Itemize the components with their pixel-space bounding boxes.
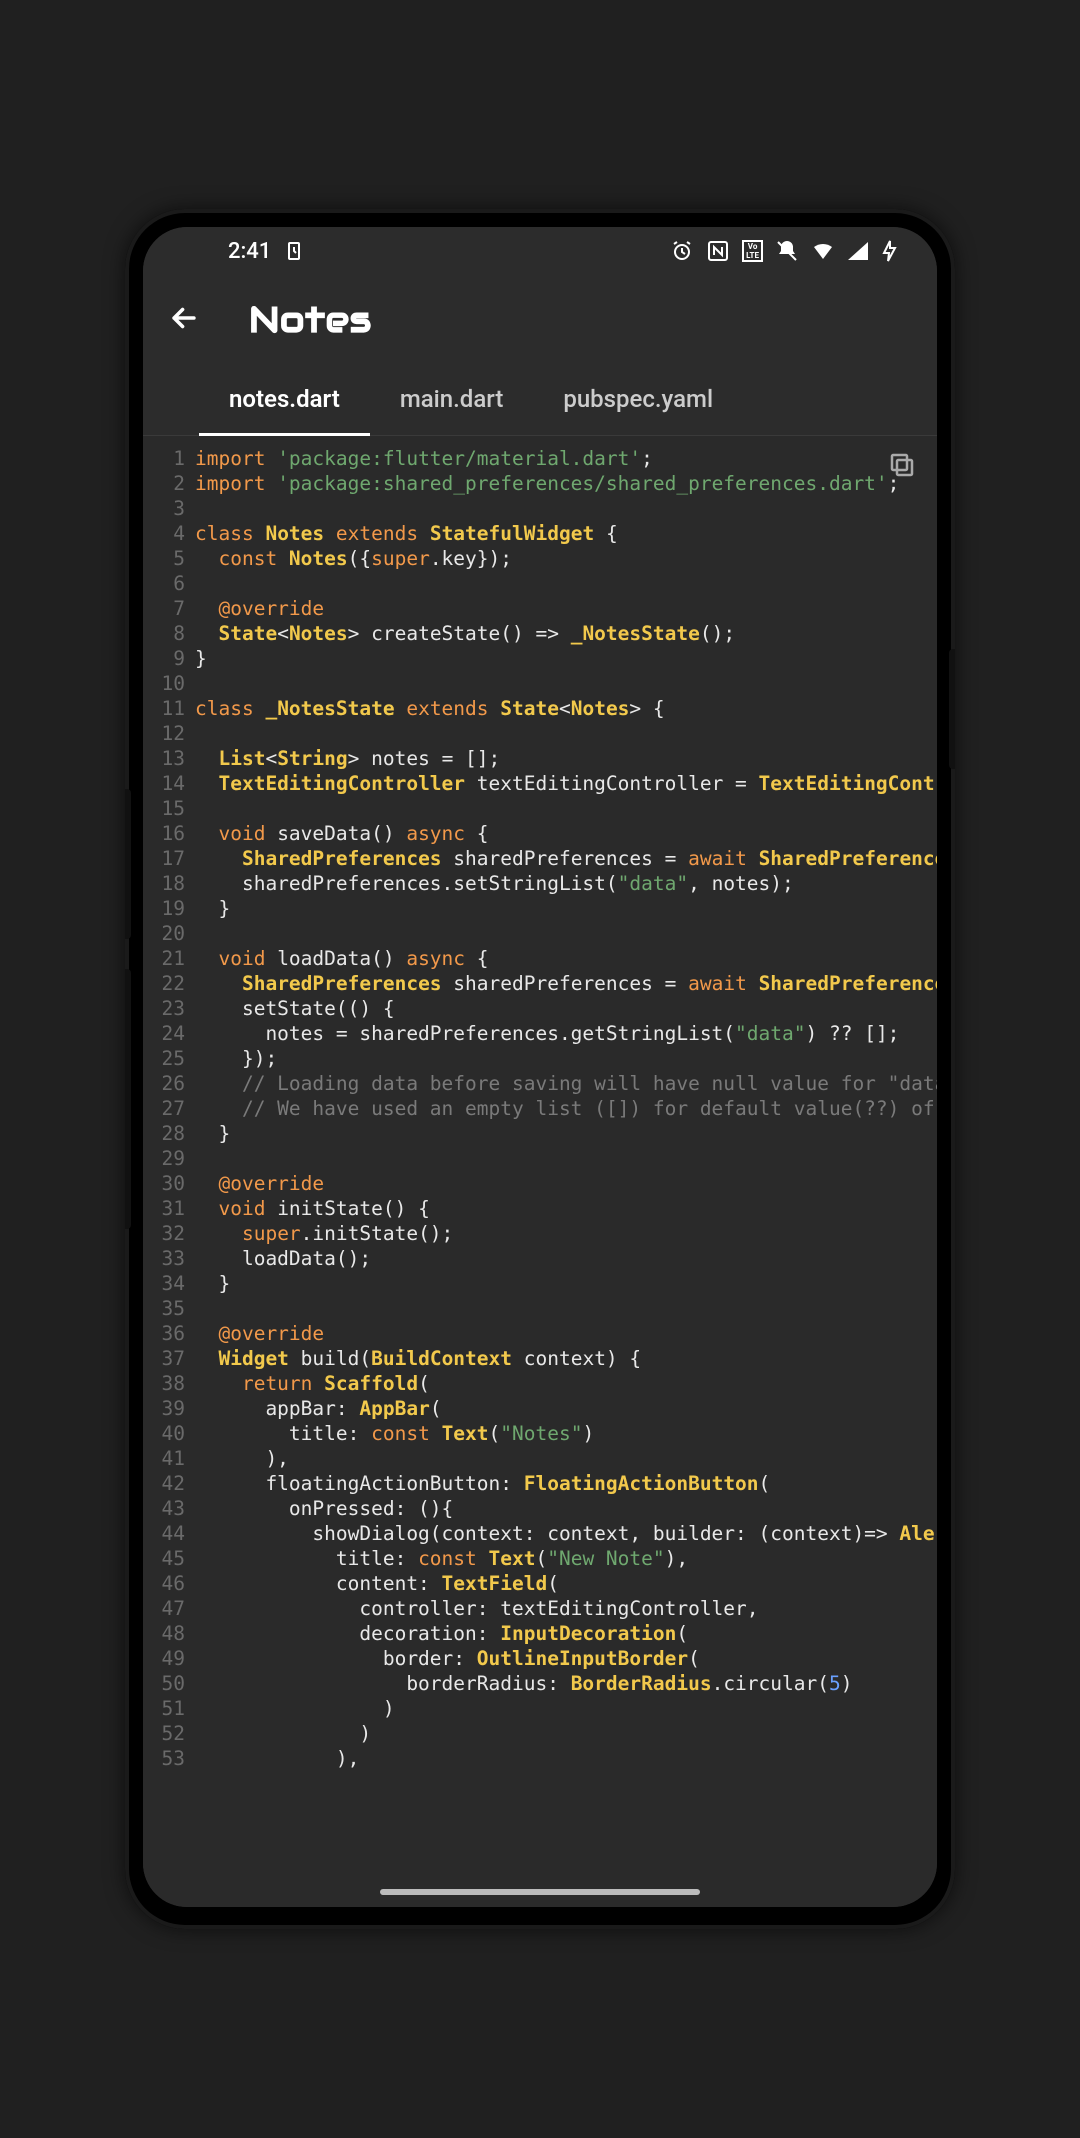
status-bar: 2:41 VoLTE	[143, 227, 937, 275]
tab-label: notes.dart	[229, 385, 340, 413]
back-button[interactable]	[167, 301, 201, 339]
signal-icon	[847, 241, 869, 261]
clock-text: 2:41	[228, 239, 271, 264]
battery-sync-icon	[285, 240, 303, 262]
copy-button[interactable]	[887, 450, 917, 484]
silent-icon	[775, 239, 799, 263]
nav-pill[interactable]	[380, 1889, 700, 1895]
screen: 2:41 VoLTE	[143, 227, 937, 1907]
alarm-icon	[670, 239, 694, 263]
wifi-icon	[811, 241, 835, 261]
volume-down-button	[125, 969, 131, 1229]
volume-up-button	[125, 789, 131, 939]
page-title: Notes	[249, 297, 372, 343]
line-gutter: 1234567891011121314151617181920212223242…	[143, 446, 195, 1771]
tab-notes-dart[interactable]: notes.dart	[199, 365, 370, 435]
charging-icon	[881, 239, 897, 263]
code-source: import 'package:flutter/material.dart';i…	[195, 446, 937, 1771]
app-bar: Notes	[143, 275, 937, 365]
tab-label: pubspec.yaml	[563, 385, 713, 413]
power-button	[949, 649, 955, 769]
phone-frame: 2:41 VoLTE	[125, 209, 955, 1929]
code-viewer[interactable]: 1234567891011121314151617181920212223242…	[143, 436, 937, 1907]
nfc-icon	[706, 239, 730, 263]
volte-icon: VoLTE	[742, 240, 763, 262]
tab-label: main.dart	[400, 385, 504, 413]
tab-pubspec-yaml[interactable]: pubspec.yaml	[533, 365, 743, 435]
tab-bar: notes.dart main.dart pubspec.yaml	[143, 365, 937, 436]
tab-main-dart[interactable]: main.dart	[370, 365, 534, 435]
